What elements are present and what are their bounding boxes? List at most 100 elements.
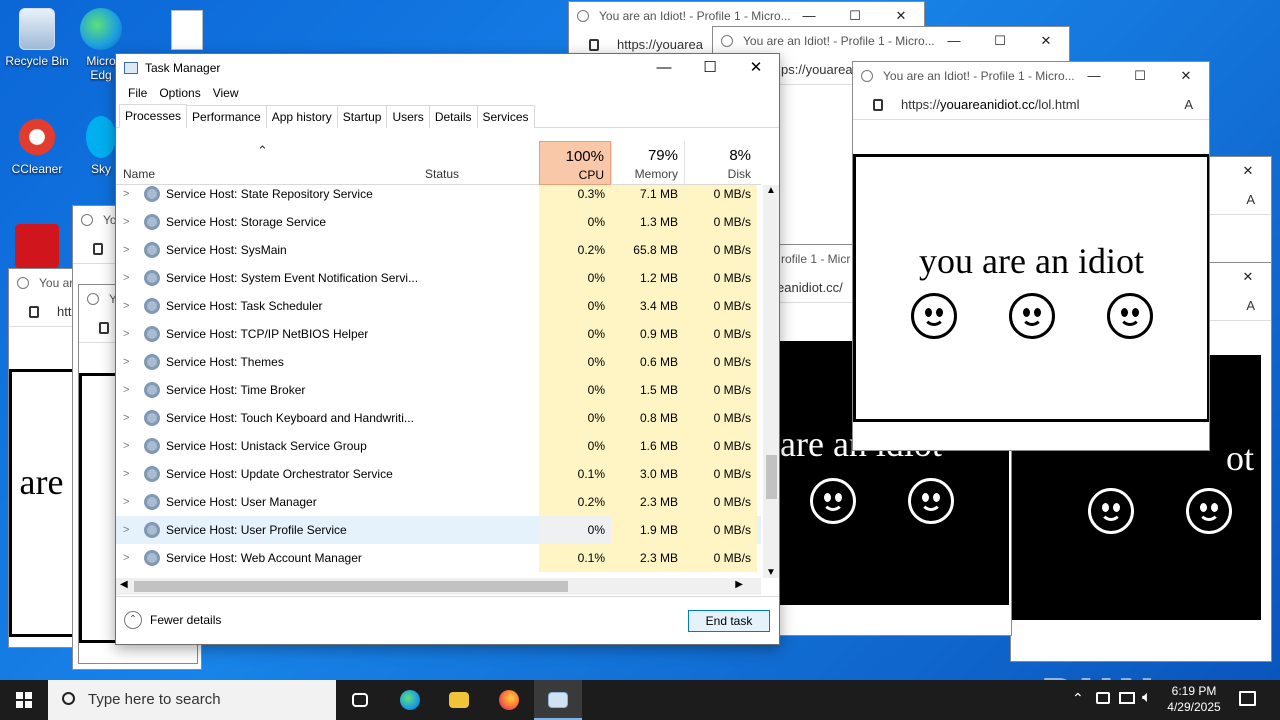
scroll-up-icon[interactable]: ▲	[766, 185, 776, 196]
menu-view[interactable]: View	[207, 82, 245, 104]
chevron-up-circle-icon[interactable]: ⌃	[124, 611, 142, 629]
expand-chevron-icon[interactable]: >	[123, 185, 129, 208]
minimize-icon[interactable]: —	[641, 54, 687, 82]
service-gear-icon	[144, 214, 160, 230]
expand-chevron-icon[interactable]: >	[123, 376, 129, 404]
process-row[interactable]: > Service Host: Web Account Manager 0.1% 2.…	[116, 544, 761, 572]
process-memory: 1.6 MB	[611, 432, 684, 460]
desktop-icon-recycle-bin[interactable]: Recycle Bin	[0, 8, 74, 68]
expand-chevron-icon[interactable]: >	[123, 516, 129, 544]
monitor-icon[interactable]	[1119, 692, 1135, 704]
edge-favicon-icon	[81, 214, 93, 226]
process-row[interactable]: > Service Host: Unistack Service Group 0% 1…	[116, 432, 761, 460]
expand-chevron-icon[interactable]: >	[123, 348, 129, 376]
address-bar[interactable]: https://youareanidiot.cc/lol.html A	[853, 90, 1209, 120]
maximize-icon[interactable]: ☐	[1117, 62, 1163, 90]
volume-icon[interactable]: 🔈︎	[1142, 689, 1152, 707]
process-row[interactable]: > Service Host: SysMain 0.2% 65.8 MB 0 MB/s	[116, 236, 761, 264]
network-icon[interactable]	[1096, 692, 1110, 704]
vertical-scrollbar[interactable]: ▲ ▼	[763, 185, 779, 578]
sort-up-icon[interactable]: ⌃	[257, 143, 268, 159]
expand-chevron-icon[interactable]: >	[123, 236, 129, 264]
scroll-down-icon[interactable]: ▼	[766, 567, 776, 578]
close-icon[interactable]: ✕	[1225, 157, 1271, 185]
scroll-right-icon[interactable]: ▶	[735, 579, 743, 590]
tab-processes[interactable]: Processes	[119, 104, 188, 128]
titlebar[interactable]: Task Manager — ☐ ✕	[116, 54, 779, 82]
desktop-icon-skype[interactable]: Sky	[86, 116, 116, 176]
adobe-reader-icon[interactable]	[15, 224, 59, 268]
taskbar-firefox[interactable]	[485, 680, 533, 720]
process-row[interactable]: > Service Host: Update Orchestrator Servi…	[116, 460, 761, 488]
tab-users[interactable]: Users	[386, 105, 430, 128]
horizontal-scrollbar[interactable]: ◀ ▶	[116, 578, 761, 595]
tab-performance[interactable]: Performance	[186, 105, 267, 128]
desktop-icon-ccleaner[interactable]: CCleaner	[0, 116, 74, 176]
scroll-thumb[interactable]	[766, 455, 777, 499]
popup-titlebar[interactable]: You are an Idiot! - Profile 1 - Micro...…	[713, 27, 1069, 55]
maximize-icon[interactable]: ☐	[687, 54, 733, 82]
minimize-icon[interactable]: —	[931, 27, 977, 55]
column-disk[interactable]: 8% Disk	[684, 141, 757, 185]
expand-chevron-icon[interactable]: >	[123, 264, 129, 292]
maximize-icon[interactable]: ☐	[977, 27, 1023, 55]
end-task-button[interactable]: End task	[688, 610, 770, 632]
expand-chevron-icon[interactable]: >	[123, 404, 129, 432]
taskbar-file-explorer[interactable]	[435, 680, 483, 720]
process-row[interactable]: > Service Host: User Manager 0.2% 2.3 MB 0 M…	[116, 488, 761, 516]
taskbar-task-manager[interactable]	[534, 680, 582, 720]
close-icon[interactable]: ✕	[1225, 263, 1271, 291]
close-icon[interactable]: ✕	[1023, 27, 1069, 55]
file-icon[interactable]	[171, 10, 203, 50]
menu-file[interactable]: File	[122, 82, 153, 104]
expand-chevron-icon[interactable]: >	[123, 432, 129, 460]
notification-icon[interactable]	[1239, 691, 1256, 706]
read-aloud-icon[interactable]: A	[1246, 291, 1255, 320]
process-row[interactable]: > Service Host: Storage Service 0% 1.3 MB 0 …	[116, 208, 761, 236]
search-box[interactable]: Type here to search	[48, 680, 336, 720]
expand-chevron-icon[interactable]: >	[123, 320, 129, 348]
read-aloud-icon[interactable]: A	[1246, 185, 1255, 214]
expand-chevron-icon[interactable]: >	[123, 488, 129, 516]
expand-chevron-icon[interactable]: >	[123, 460, 129, 488]
process-row[interactable]: > Service Host: System Event Notification…	[116, 264, 761, 292]
expand-chevron-icon[interactable]: >	[123, 208, 129, 236]
close-icon[interactable]: ✕	[733, 54, 779, 82]
task-manager-window[interactable]: Task Manager — ☐ ✕ File Options View Pro…	[115, 53, 780, 645]
process-disk: 0 MB/s	[684, 404, 757, 432]
process-row[interactable]: > Service Host: Task Scheduler 0% 3.4 MB 0 M…	[116, 292, 761, 320]
process-row[interactable]: > Service Host: State Repository Service 0…	[116, 185, 761, 208]
scroll-left-icon[interactable]: ◀	[120, 579, 128, 590]
clock[interactable]: 6:19 PM 4/29/2025	[1166, 683, 1222, 715]
tab-details[interactable]: Details	[428, 105, 478, 128]
process-row[interactable]: > Service Host: Touch Keyboard and Handwr…	[116, 404, 761, 432]
column-header: ⌃ Name Status 100% CPU 79% Memory 8% Dis…	[116, 141, 761, 185]
column-status[interactable]: Status	[425, 167, 459, 181]
expand-chevron-icon[interactable]: >	[123, 292, 129, 320]
process-row[interactable]: > Service Host: TCP/IP NetBIOS Helper 0% 0.…	[116, 320, 761, 348]
chevron-up-icon[interactable]: ⌃	[1072, 690, 1084, 707]
expand-chevron-icon[interactable]: >	[123, 544, 129, 572]
search-placeholder: Type here to search	[88, 691, 221, 708]
tab-services[interactable]: Services	[476, 105, 535, 128]
column-name[interactable]: Name	[123, 167, 155, 181]
read-aloud-icon[interactable]: A	[1184, 90, 1193, 119]
close-icon[interactable]: ✕	[1163, 62, 1209, 90]
taskbar-edge[interactable]	[386, 680, 434, 720]
minimize-icon[interactable]: —	[1071, 62, 1117, 90]
popup-titlebar[interactable]: You are an Idiot! - Profile 1 - Micro...…	[853, 62, 1209, 90]
menu-options[interactable]: Options	[153, 82, 206, 104]
process-row[interactable]: > Service Host: User Profile Service 0% 1.9…	[116, 516, 761, 544]
process-row[interactable]: > Service Host: Time Broker 0% 1.5 MB 0 MB/s	[116, 376, 761, 404]
tab-app-history[interactable]: App history	[265, 105, 338, 128]
taskbar-task-view[interactable]	[336, 680, 384, 720]
column-cpu[interactable]: 100% CPU	[539, 141, 611, 185]
process-row[interactable]: > Service Host: Themes 0% 0.6 MB 0 MB/s	[116, 348, 761, 376]
fewer-details-link[interactable]: Fewer details	[150, 613, 221, 627]
column-memory[interactable]: 79% Memory	[611, 141, 684, 185]
scroll-thumb[interactable]	[134, 581, 568, 592]
popup-window-front[interactable]: You are an Idiot! - Profile 1 - Micro...…	[852, 61, 1210, 451]
tab-startup[interactable]: Startup	[336, 105, 388, 128]
skype-icon	[86, 116, 116, 158]
start-button[interactable]	[0, 680, 48, 720]
